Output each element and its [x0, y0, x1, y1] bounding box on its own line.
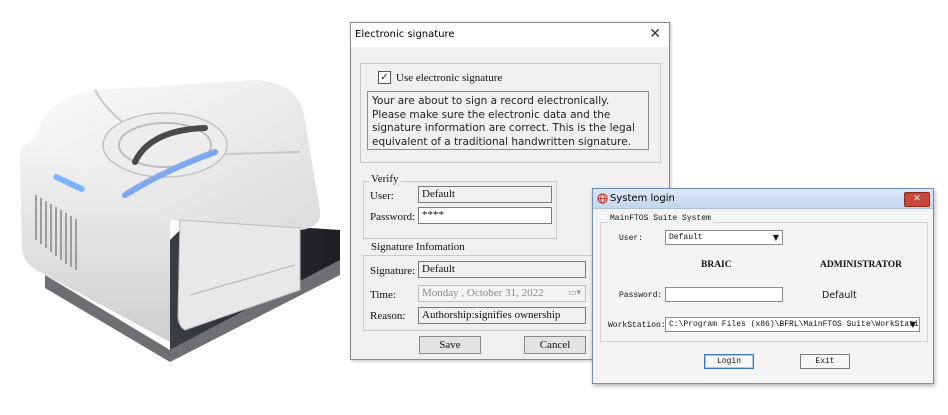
- user-dropdown-value: Default: [669, 233, 703, 242]
- chevron-down-icon[interactable]: ▼: [910, 318, 916, 331]
- login-password-label: Password:: [619, 291, 663, 300]
- password-input[interactable]: ****: [418, 207, 552, 224]
- chevron-down-icon[interactable]: ▼: [773, 231, 779, 244]
- close-icon[interactable]: ✕: [649, 26, 661, 42]
- workstation-value: C:\Program Files (x86)\BFRL\MainFTOS Sui…: [669, 320, 920, 329]
- workstation-dropdown[interactable]: C:\Program Files (x86)\BFRL\MainFTOS Sui…: [665, 317, 920, 332]
- login-user-label: User:: [619, 234, 644, 243]
- role-name: ADMINISTRATOR: [820, 260, 902, 270]
- close-icon[interactable]: ✕: [904, 192, 930, 207]
- time-label: Time:: [370, 289, 396, 301]
- save-button[interactable]: Save: [419, 336, 481, 354]
- login-titlebar: System login ✕: [593, 189, 933, 209]
- organization-name: BRAIC: [701, 260, 732, 270]
- dialog-title: Electronic signature: [355, 29, 455, 40]
- password-hint: Default: [822, 290, 857, 301]
- signature-field: Default: [418, 261, 586, 278]
- time-picker[interactable]: Monday , October 31, 2022 ▭▾: [418, 285, 586, 302]
- signature-info-legend: Signature Infomation: [369, 241, 467, 253]
- login-group-legend: MainFTOS Suite System: [608, 214, 713, 223]
- exit-button[interactable]: Exit: [800, 354, 850, 369]
- login-password-input[interactable]: [665, 287, 783, 302]
- login-button[interactable]: Login: [704, 354, 754, 369]
- user-dropdown[interactable]: Default ▼: [665, 230, 783, 245]
- time-value: Monday , October 31, 2022: [422, 287, 544, 299]
- checkmark-icon[interactable]: ✓: [378, 71, 391, 84]
- workstation-label: WorkStation:: [608, 321, 666, 330]
- signature-label: Signature:: [370, 265, 416, 277]
- signature-notice: Your are about to sign a record electron…: [367, 91, 649, 150]
- user-label: User:: [370, 190, 394, 202]
- password-label: Password:: [370, 211, 416, 223]
- instrument-photo: [0, 60, 345, 385]
- use-esig-label: Use electronic signature: [396, 71, 503, 84]
- dialog-titlebar: Electronic signature ✕: [351, 23, 669, 47]
- system-login-dialog: System login ✕ MainFTOS Suite System Use…: [592, 188, 934, 384]
- calendar-icon[interactable]: ▭▾: [568, 286, 581, 301]
- verify-legend: Verify: [369, 173, 401, 185]
- use-esig-checkbox-row[interactable]: ✓ Use electronic signature: [378, 71, 502, 84]
- user-field: Default: [418, 186, 552, 203]
- app-globe-icon: [597, 193, 608, 204]
- login-title: System login: [610, 193, 675, 204]
- reason-field[interactable]: Authorship:signifies ownership: [418, 307, 586, 324]
- cancel-button[interactable]: Cancel: [524, 336, 586, 354]
- reason-label: Reason:: [370, 310, 406, 322]
